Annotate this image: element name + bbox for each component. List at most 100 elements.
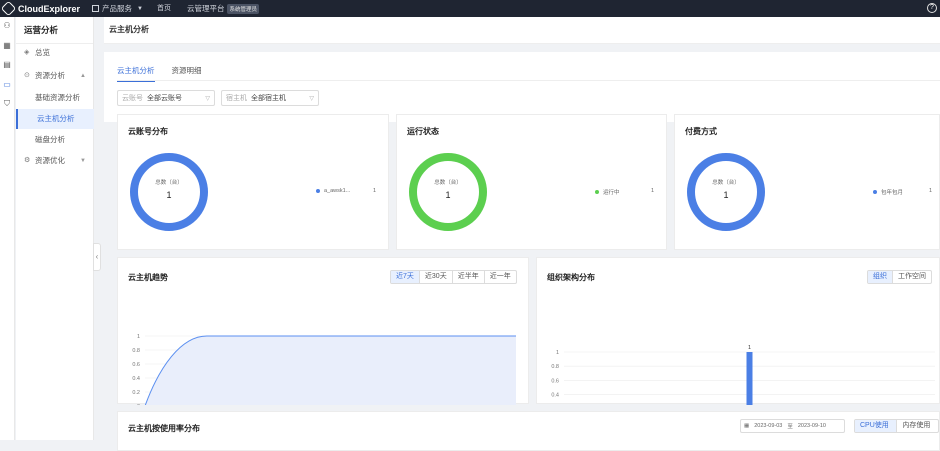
- sidebar-item-overview[interactable]: ◈ 总览: [16, 43, 94, 63]
- donut-chart: 总数（台） 1: [409, 153, 487, 231]
- bar: [746, 352, 753, 405]
- sidebar-title: 运营分析: [16, 17, 93, 44]
- host-select[interactable]: 宿主机 全部宿主机 ▽: [221, 90, 319, 106]
- legend-dot: [595, 190, 599, 194]
- sidebar-item-basic-resource[interactable]: 基础资源分析: [16, 88, 94, 108]
- y-tick-label: 0.4: [551, 393, 559, 399]
- y-tick-label: 0.6: [551, 378, 559, 384]
- card-title: 云主机按使用率分布: [128, 424, 200, 433]
- date-from: 2023-09-03: [754, 423, 783, 429]
- filter-panel: 云主机分析 资源明细 云账号 全部云账号 ▽ 宿主机 全部宿主机 ▽: [104, 52, 940, 122]
- org-distribution-card: 组织架构分布 组织 工作空间 00.20.40.60.811未授权: [536, 257, 940, 405]
- total-value: 1: [723, 190, 729, 200]
- date-to: 2023-09-10: [797, 423, 826, 429]
- filter-label: 宿主机: [226, 95, 247, 102]
- memory-usage-button[interactable]: 内存使用率: [897, 420, 938, 432]
- logo-icon: [0, 0, 17, 17]
- legend-value-text: 1: [651, 188, 655, 194]
- filter-value: 全部宿主机: [251, 95, 286, 102]
- y-tick-label: 0: [137, 404, 140, 405]
- chevron-down-icon: ▼: [80, 158, 86, 164]
- legend-value-text: 1: [373, 188, 377, 194]
- date-range-picker[interactable]: ▦ 2023-09-03 至 2023-09-10: [740, 419, 845, 433]
- vm-trend-card: 云主机趋势 近7天 近30天 近半年 近一年 00.20.40.60.81202…: [117, 257, 529, 405]
- page-title: 云主机分析: [104, 17, 940, 44]
- main-area: 云主机分析 云主机分析 资源明细 云账号 全部云账号 ▽ 宿主机 全部宿主机 ▽…: [104, 17, 940, 451]
- calendar-icon: ▦: [744, 423, 750, 429]
- content: 云主机分析 资源明细 云账号 全部云账号 ▽ 宿主机 全部宿主机 ▽ 云账号分布…: [104, 52, 940, 451]
- billing-method-card: 付费方式 总数（台） 1 包年包月 1: [674, 114, 940, 250]
- total-label: 总数（台）: [434, 180, 462, 186]
- sidebar-collapse-button[interactable]: ‹: [93, 243, 101, 271]
- tab-divider: [117, 80, 940, 81]
- account-distribution-card: 云账号分布 总数（台） 1 a_awsk1... 1: [117, 114, 389, 250]
- card-title: 付费方式: [685, 127, 717, 136]
- legend-value: 1: [651, 188, 654, 194]
- legend-item[interactable]: 包年包月: [873, 188, 903, 196]
- data-label: 1: [748, 345, 751, 351]
- y-tick-label: 0.4: [132, 376, 140, 382]
- chevron-down-icon: ▽: [205, 95, 210, 102]
- legend-dot: [316, 189, 320, 193]
- chevron-down-icon: ▽: [309, 95, 314, 102]
- role-badge: 系统管理员: [227, 3, 259, 14]
- icon-rail: ⚇ ▦ ▤ ▭ ⛉: [0, 17, 15, 440]
- usage-distribution-card: 云主机按使用率分布 ▦ 2023-09-03 至 2023-09-10 CPU使…: [117, 411, 940, 451]
- legend-value: 1: [929, 188, 932, 194]
- run-status-card: 运行状态 总数（台） 1 运行中 1: [396, 114, 667, 250]
- total-value: 1: [445, 190, 451, 200]
- cloud-account-select[interactable]: 云账号 全部云账号 ▽: [117, 90, 215, 106]
- logo[interactable]: CloudExplorer: [0, 0, 88, 17]
- sidebar-item-label: 总览: [35, 48, 50, 57]
- logo-text: CloudExplorer: [18, 3, 81, 14]
- monitor-icon[interactable]: ▭: [2, 80, 12, 90]
- legend-name: 运行中: [603, 190, 620, 196]
- document-icon[interactable]: ▤: [2, 60, 12, 70]
- y-tick-label: 1: [556, 350, 559, 356]
- legend-name: 包年包月: [881, 190, 904, 196]
- legend-dot: [873, 190, 877, 194]
- donut-chart: 总数（台） 1: [687, 153, 765, 231]
- platform-title-text: 云管理平台: [186, 4, 225, 13]
- users-icon[interactable]: ⚇: [2, 21, 12, 31]
- chevron-up-icon: ▲: [80, 73, 86, 79]
- analysis-icon: ⊙: [24, 72, 30, 79]
- layout-icon[interactable]: ▦: [2, 41, 12, 51]
- filter-label: 云账号: [122, 95, 143, 102]
- legend-value: 1: [373, 188, 376, 194]
- legend-name: a_awsk1...: [324, 188, 351, 194]
- cpu-usage-button[interactable]: CPU使用率: [855, 420, 898, 432]
- date-separator: 至: [787, 424, 793, 430]
- card-title: 云账号分布: [128, 127, 168, 136]
- legend-value-text: 1: [929, 188, 933, 194]
- product-menu[interactable]: 产品服务 ▼: [92, 3, 143, 14]
- trend-area-chart: 00.20.40.60.812023-09-052023-09-062023-0…: [132, 334, 516, 405]
- sidebar-item-resource-optimize[interactable]: ⚙ 资源优化 ▼: [16, 151, 94, 171]
- home-link[interactable]: 首页: [157, 5, 175, 13]
- overview-icon: ◈: [24, 49, 30, 56]
- sidebar-item-label: 云主机分析: [37, 114, 75, 123]
- y-tick-label: 0.8: [132, 348, 140, 354]
- y-tick-label: 0.2: [132, 390, 140, 396]
- sidebar-item-label: 资源优化: [35, 156, 65, 165]
- help-icon[interactable]: ?: [927, 3, 937, 13]
- sidebar-item-disk-analysis[interactable]: 磁盘分析: [16, 130, 94, 150]
- card-title: 运行状态: [407, 127, 439, 136]
- y-tick-label: 0.6: [132, 362, 140, 368]
- y-tick-label: 1: [137, 334, 140, 340]
- sidebar-item-label: 基础资源分析: [35, 93, 80, 102]
- legend-item[interactable]: 运行中: [595, 188, 620, 196]
- shield-icon[interactable]: ⛉: [2, 99, 12, 109]
- legend-item[interactable]: a_awsk1...: [316, 188, 350, 194]
- donut-chart: 总数（台） 1: [130, 153, 208, 231]
- y-tick-label: 0.8: [551, 364, 559, 370]
- total-label: 总数（台）: [155, 180, 183, 186]
- total-value: 1: [166, 190, 172, 200]
- sidebar-item-resource-analysis[interactable]: ⊙ 资源分析 ▲: [16, 66, 94, 86]
- sidebar-item-vm-analysis[interactable]: 云主机分析: [16, 109, 94, 129]
- sidebar-item-label: 资源分析: [35, 71, 65, 80]
- filter-value: 全部云账号: [147, 95, 182, 102]
- top-bar: CloudExplorer 产品服务 ▼ 首页 云管理平台 系统管理员 ?: [0, 0, 940, 17]
- total-label: 总数（台）: [712, 180, 740, 186]
- grid-icon: [92, 5, 99, 12]
